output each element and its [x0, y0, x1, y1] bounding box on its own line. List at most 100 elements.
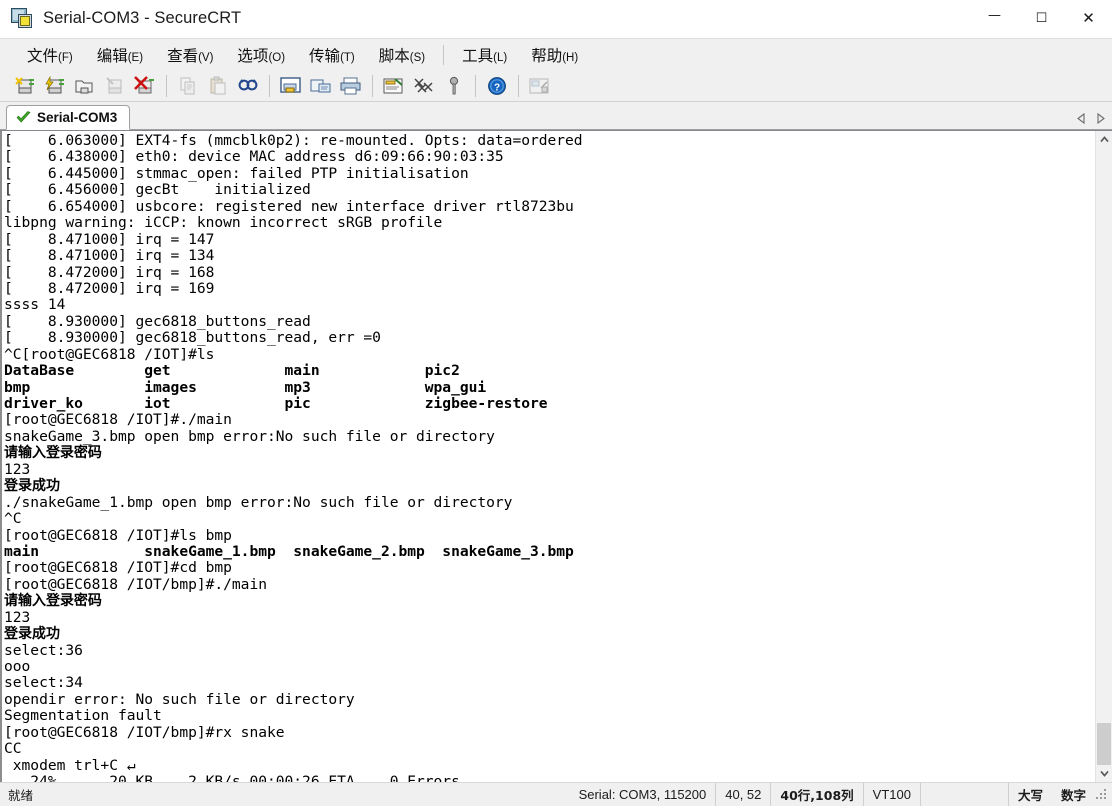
terminal-line: xmodem trl+C ↵	[4, 756, 136, 774]
terminal-vertical-scrollbar[interactable]	[1095, 131, 1112, 782]
key-button[interactable]	[439, 73, 468, 99]
toolbar-separator-3	[372, 74, 373, 97]
tab-scroll-left-button[interactable]	[1075, 111, 1087, 125]
status-caps-lock: 大写	[1007, 783, 1052, 806]
terminal-line: 登录成功	[4, 478, 60, 495]
print-button[interactable]	[336, 73, 365, 99]
terminal-line: select:34	[4, 674, 83, 692]
menu-edit-mnemonic: (E)	[127, 51, 144, 64]
terminal-line: select:36	[4, 641, 83, 659]
terminal-line: 请输入登录密码	[4, 593, 102, 610]
toolbar-separator-4	[475, 74, 476, 97]
terminal-line: [ 6.654000] usbcore: registered new inte…	[4, 197, 574, 215]
menu-tools-label: 工具	[462, 47, 494, 65]
tab-serial-com3[interactable]: Serial-COM3	[6, 105, 131, 130]
menu-file[interactable]: 文件(F)	[18, 40, 82, 70]
title-bar-left: Serial-COM3 - SecureCRT	[0, 8, 241, 29]
menu-view[interactable]: 查看(V)	[158, 40, 222, 70]
menu-help-label: 帮助	[531, 47, 563, 65]
tab-scroll-right-button[interactable]	[1094, 111, 1106, 125]
menu-edit[interactable]: 编辑(E)	[88, 40, 152, 70]
toolbar: ?	[0, 70, 1112, 102]
terminal-line: 123	[4, 608, 31, 626]
menu-transfer-mnemonic: (T)	[340, 51, 355, 64]
terminal-line: [root@GEC6818 /IOT/bmp]#./main	[4, 575, 267, 593]
arrange-button[interactable]	[525, 73, 554, 99]
new-session-button[interactable]	[10, 73, 39, 99]
help-button[interactable]: ?	[482, 73, 511, 99]
status-screen-size: 40行,108列	[770, 783, 862, 806]
status-connection: Serial: COM3, 115200	[578, 787, 707, 802]
menu-options[interactable]: 选项(O)	[228, 40, 294, 70]
terminal-line: [ 8.471000] irq = 147	[4, 230, 215, 248]
scrollbar-thumb[interactable]	[1097, 723, 1111, 765]
terminal-line: [root@GEC6818 /IOT]#cd bmp	[4, 559, 232, 577]
terminal-line: [ 8.472000] irq = 168	[4, 263, 215, 281]
terminal-line: [ 6.063000] EXT4-fs (mmcblk0p2): re-moun…	[4, 132, 583, 149]
terminal-line: [ 8.930000] gec6818_buttons_read, err =0	[4, 329, 381, 347]
terminal-line: driver_ko iot pic zigbee-restore	[4, 395, 548, 412]
scroll-down-button[interactable]	[1096, 765, 1112, 782]
terminal-line: ^C[root@GEC6818 /IOT]#ls	[4, 345, 215, 363]
scroll-down-icon	[1099, 770, 1109, 777]
menu-help[interactable]: 帮助(H)	[522, 40, 587, 70]
disconnect-icon	[133, 75, 154, 93]
help-icon: ?	[487, 76, 506, 95]
menu-help-mnemonic: (H)	[562, 51, 579, 64]
menu-separator	[443, 44, 445, 65]
copy-button[interactable]	[173, 73, 202, 99]
terminal-line: [ 6.456000] gecBt initialized	[4, 181, 311, 199]
terminal-line: [ 6.438000] eth0: device MAC address d6:…	[4, 148, 504, 166]
quick-connect-button[interactable]	[40, 73, 69, 99]
menu-transfer-label: 传输	[309, 47, 341, 65]
window-title: Serial-COM3 - SecureCRT	[43, 9, 242, 27]
connect-in-tab-button[interactable]	[70, 73, 99, 99]
copy-icon	[180, 77, 194, 94]
arrange-icon	[529, 78, 548, 93]
menu-bar: 文件(F) 编辑(E) 查看(V) 选项(O) 传输(T) 脚本(S) 工具(L…	[0, 38, 1112, 70]
tab-scroll-arrows	[1075, 111, 1106, 125]
scroll-up-button[interactable]	[1096, 131, 1112, 148]
close-button[interactable]: ✕	[1065, 0, 1112, 37]
terminal-line: 请输入登录密码	[4, 445, 102, 462]
status-num-lock: 数字	[1060, 788, 1086, 803]
paste-button[interactable]	[203, 73, 232, 99]
menu-view-mnemonic: (V)	[198, 51, 214, 64]
minimize-button[interactable]: —	[971, 0, 1018, 37]
log-session-icon	[310, 79, 330, 92]
terminal-output[interactable]: [ 6.063000] EXT4-fs (mmcblk0p2): re-moun…	[0, 131, 1095, 782]
toolbar-separator-5	[518, 74, 519, 97]
menu-options-mnemonic: (O)	[268, 51, 286, 64]
quick-connect-icon	[44, 75, 64, 93]
terminal-line: ^C	[4, 510, 22, 528]
menu-script-mnemonic: (S)	[409, 51, 426, 64]
chevron-left-icon	[1076, 112, 1085, 124]
terminal-line: [root@GEC6818 /IOT]#ls bmp	[4, 526, 232, 544]
scrollbar-track[interactable]	[1096, 148, 1112, 765]
chevron-right-icon	[1096, 112, 1105, 124]
resize-grip[interactable]	[1095, 788, 1109, 802]
find-button[interactable]	[233, 73, 262, 99]
reconnect-button[interactable]	[100, 73, 129, 99]
tab-bar: Serial-COM3	[0, 102, 1112, 130]
window-controls: — ☐ ✕	[971, 0, 1112, 37]
print-screen-button[interactable]	[276, 73, 305, 99]
status-ready: 就绪	[8, 788, 34, 803]
menu-script[interactable]: 脚本(S)	[370, 40, 434, 70]
terminal-line: CC	[4, 740, 22, 758]
session-options-button[interactable]	[379, 73, 408, 99]
global-options-button[interactable]	[409, 73, 438, 99]
status-cursor-position: 40, 52	[715, 783, 770, 806]
log-session-button[interactable]	[306, 73, 335, 99]
menu-transfer[interactable]: 传输(T)	[300, 40, 364, 70]
terminal-line: snakeGame_3.bmp open bmp error:No such f…	[4, 427, 495, 445]
terminal-line: ./snakeGame_1.bmp open bmp error:No such…	[4, 493, 513, 511]
disconnect-button[interactable]	[130, 73, 159, 99]
terminal-line: [root@GEC6818 /IOT/bmp]#rx snake	[4, 723, 285, 741]
maximize-button[interactable]: ☐	[1018, 0, 1065, 37]
menu-file-label: 文件	[27, 47, 59, 65]
key-icon	[449, 76, 458, 94]
print-screen-icon	[279, 76, 301, 93]
terminal-line: Segmentation fault	[4, 707, 162, 725]
menu-tools[interactable]: 工具(L)	[453, 40, 516, 70]
